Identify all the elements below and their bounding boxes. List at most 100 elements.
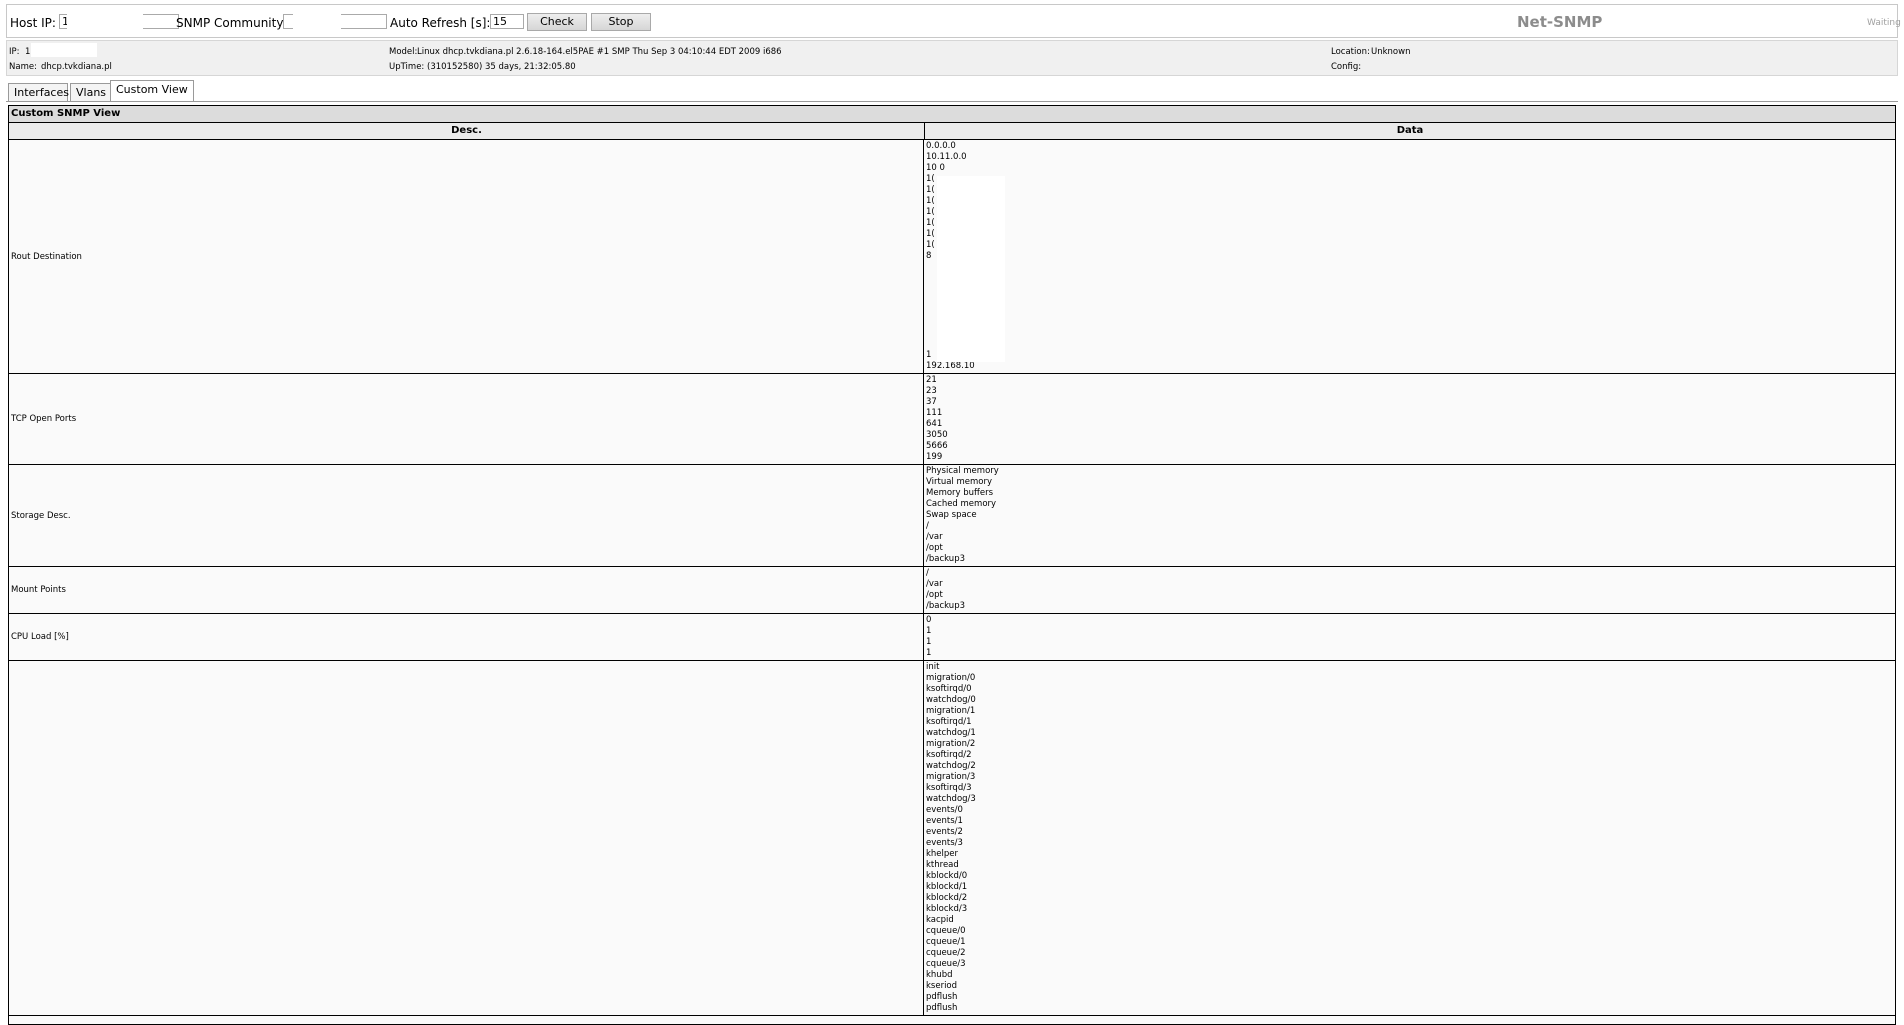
- data-value: /var: [926, 532, 943, 542]
- data-value: events/1: [926, 816, 963, 826]
- auto-refresh-label: Auto Refresh [s]:: [390, 16, 491, 30]
- row-desc: Storage Desc.: [9, 465, 924, 566]
- data-value: cqueue/1: [926, 937, 966, 947]
- data-value: ksoftirqd/0: [926, 684, 972, 694]
- data-value: events/3: [926, 838, 963, 848]
- data-value: kacpid: [926, 915, 954, 925]
- data-value: kblockd/3: [926, 904, 968, 914]
- status-text: Waiting: [1867, 18, 1901, 28]
- data-value: khelper: [926, 849, 959, 859]
- device-info-bar: IP: 1 Name: dhcp.tvkdiana.pl Model: Linu…: [6, 40, 1898, 76]
- data-value: [926, 306, 1895, 317]
- data-value: kseriod: [926, 981, 958, 991]
- data-value: 641: [926, 419, 943, 429]
- data-value: pdflush: [926, 1003, 958, 1013]
- data-value: 3050: [926, 430, 948, 440]
- config-label: Config:: [1331, 62, 1362, 72]
- row-data: 21 23 37 111 641 3050 5666 199: [924, 374, 1895, 464]
- data-value: 10.11.0.0: [926, 152, 967, 162]
- row-desc: Rout Destination: [9, 140, 924, 373]
- snmp-community-label: SNMP Community:: [176, 16, 287, 30]
- data-value: 111: [926, 408, 943, 418]
- location-value: Unknown: [1371, 47, 1411, 57]
- tab-vlans[interactable]: Vlans: [70, 83, 115, 101]
- table-row-rout-destination: Rout Destination 0.0.0.0 10.11.0.0 10 0 1(1…: [9, 140, 1895, 374]
- tab-interfaces[interactable]: Interfaces: [8, 83, 69, 101]
- data-value: 1(: [926, 229, 935, 239]
- data-value: migration/0: [926, 673, 976, 683]
- data-value: migration/1: [926, 706, 976, 716]
- table-row-mount-points: Mount Points //var/opt/backup3: [9, 567, 1895, 614]
- data-value: /backup3: [926, 554, 965, 564]
- data-value: kthread: [926, 860, 959, 870]
- row-data: //var/opt/backup3: [924, 567, 1895, 613]
- data-value: 1: [926, 637, 932, 647]
- data-value: cqueue/0: [926, 926, 966, 936]
- data-value: cqueue/2: [926, 948, 966, 958]
- data-value: 1(: [926, 218, 935, 228]
- ip-value: 1: [25, 47, 31, 57]
- data-value: cqueue/3: [926, 959, 966, 969]
- uptime-value: (310152580) 35 days, 21:32:05.80: [427, 62, 576, 72]
- data-value: [926, 328, 1895, 339]
- data-value: 8: [926, 251, 932, 261]
- data-value: init: [926, 662, 940, 672]
- data-value: 1: [926, 626, 932, 636]
- stop-button[interactable]: Stop: [591, 13, 651, 31]
- data-value: 1(: [926, 174, 935, 184]
- auto-refresh-input[interactable]: [490, 14, 524, 29]
- data-value: 23: [926, 386, 937, 396]
- data-value: kblockd/0: [926, 871, 968, 881]
- data-value: 192.168.10: [926, 361, 975, 371]
- data-value: 1: [926, 648, 932, 658]
- data-value: [926, 295, 1895, 306]
- row-data: init migration/0 ksoftirqd/0 watchdog/0 migr…: [924, 661, 1895, 1015]
- check-button[interactable]: Check: [527, 13, 587, 31]
- data-value: kblockd/1: [926, 882, 968, 892]
- row-desc: TCP Open Ports: [9, 374, 924, 464]
- data-value: watchdog/3: [926, 794, 976, 804]
- data-value: 10 0: [926, 163, 945, 173]
- column-header-data: Data: [1396, 125, 1424, 136]
- app-title: Net-SNMP: [1517, 13, 1603, 31]
- data-value: 21: [926, 375, 937, 385]
- table-row-storage-desc: Storage Desc. Physical memory Virtual mem…: [9, 465, 1895, 567]
- row-data: Physical memory Virtual memory Memory buff…: [924, 465, 1895, 566]
- location-label: Location:: [1331, 47, 1370, 57]
- ip-label: IP:: [9, 47, 20, 57]
- data-value: [926, 339, 1895, 350]
- data-value: events/2: [926, 827, 963, 837]
- host-ip-label: Host IP:: [10, 16, 56, 30]
- data-value: Memory buffers: [926, 488, 994, 498]
- data-value: migration/2: [926, 739, 976, 749]
- data-value: events/0: [926, 805, 963, 815]
- name-label: Name:: [9, 62, 37, 72]
- data-value: 1(: [926, 196, 935, 206]
- redacted-host-ip: [67, 14, 143, 29]
- uptime-label: UpTime:: [389, 62, 425, 72]
- tab-custom-view[interactable]: Custom View: [110, 80, 194, 102]
- redacted-community: [293, 14, 341, 29]
- data-value: Cached memory: [926, 499, 997, 509]
- data-value: Physical memory: [926, 466, 999, 476]
- data-value: [926, 284, 1895, 295]
- data-value: ksoftirqd/2: [926, 750, 972, 760]
- row-data: 0111: [924, 614, 1895, 660]
- data-value: [926, 317, 1895, 328]
- data-value: 5666: [926, 441, 948, 451]
- table-row-processes: init migration/0 ksoftirqd/0 watchdog/0 migr…: [9, 661, 1895, 1016]
- data-value: /opt: [926, 543, 943, 553]
- data-value: Swap space: [926, 510, 977, 520]
- custom-view-panel: Custom SNMP View Desc. Data Rout Destina…: [8, 105, 1896, 1025]
- column-header-desc: Desc.: [9, 123, 925, 139]
- data-value: khubd: [926, 970, 953, 980]
- data-value: /: [926, 568, 929, 578]
- toolbar: Host IP: SNMP Community: Auto Refresh [s…: [6, 4, 1901, 38]
- data-value: 1(: [926, 207, 935, 217]
- panel-title: Custom SNMP View: [9, 106, 1895, 123]
- tab-divider: [6, 101, 1898, 102]
- data-value: 1(: [926, 240, 935, 250]
- data-value: 0: [926, 615, 932, 625]
- data-value: watchdog/1: [926, 728, 976, 738]
- data-value: ksoftirqd/3: [926, 783, 972, 793]
